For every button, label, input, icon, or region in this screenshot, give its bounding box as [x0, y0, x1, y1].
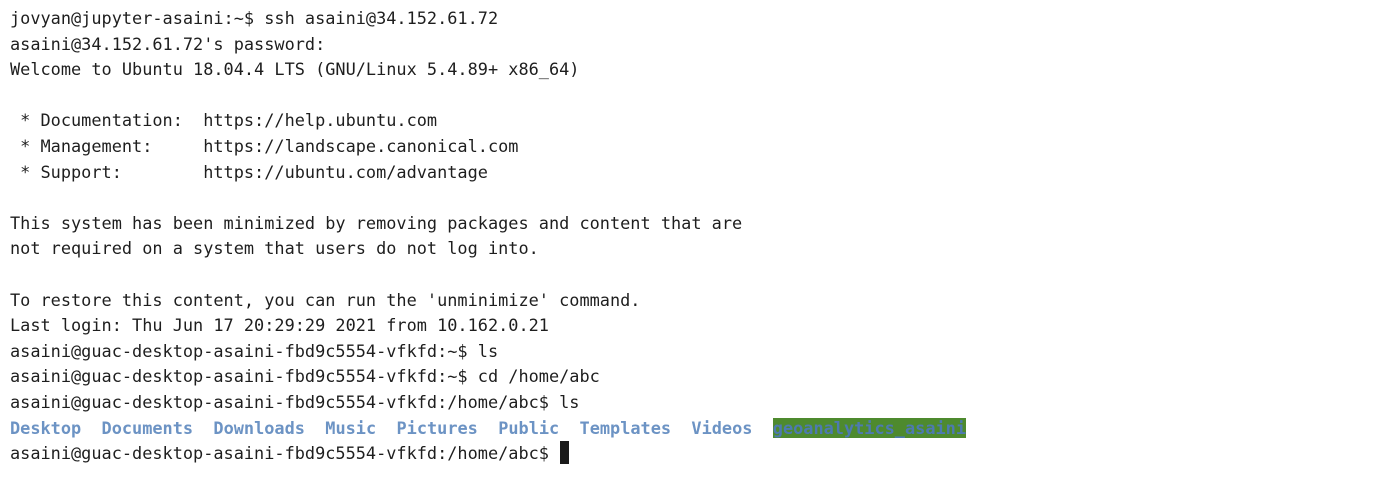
- terminal-line-support: * Support: https://ubuntu.com/advantage: [10, 161, 488, 182]
- cursor-block: [560, 441, 570, 465]
- terminal-line-cd-command: asaini@guac-desktop-asaini-fbd9c5554-vfk…: [10, 366, 600, 387]
- terminal-line-management: * Management: https://landscape.canonica…: [10, 135, 519, 156]
- current-prompt: asaini@guac-desktop-asaini-fbd9c5554-vfk…: [10, 443, 560, 464]
- terminal-line-minimized-notice: This system has been minimized by removi…: [10, 212, 743, 233]
- terminal-line-documentation: * Documentation: https://help.ubuntu.com: [10, 110, 438, 131]
- terminal-line-minimized-notice-cont: not required on a system that users do n…: [10, 238, 539, 259]
- ls-output-row: Desktop Documents Downloads Music Pictur…: [10, 416, 1390, 442]
- dir-downloads: Downloads: [213, 417, 305, 438]
- dir-geoanalytics: geoanalytics_asaini: [772, 417, 966, 438]
- dir-desktop: Desktop: [10, 417, 82, 438]
- terminal-line-ssh-command: jovyan@jupyter-asaini:~$ ssh asaini@34.1…: [10, 8, 499, 28]
- terminal-line-welcome: Welcome to Ubuntu 18.04.4 LTS (GNU/Linux…: [10, 59, 580, 80]
- terminal-window[interactable]: jovyan@jupyter-asaini:~$ ssh asaini@34.1…: [0, 0, 1390, 496]
- terminal-line-last-login: Last login: Thu Jun 17 20:29:29 2021 fro…: [10, 315, 549, 336]
- terminal-line-ls-command: asaini@guac-desktop-asaini-fbd9c5554-vfk…: [10, 340, 499, 361]
- dir-pictures: Pictures: [396, 417, 478, 438]
- dir-templates: Templates: [579, 417, 672, 438]
- dir-public: Public: [498, 417, 560, 438]
- dir-music: Music: [325, 417, 377, 438]
- terminal-line-unminimize-hint: To restore this content, you can run the…: [10, 289, 641, 310]
- terminal-line-ls-command: asaini@guac-desktop-asaini-fbd9c5554-vfk…: [10, 391, 580, 412]
- dir-documents: Documents: [101, 417, 194, 438]
- terminal-input-line[interactable]: asaini@guac-desktop-asaini-fbd9c5554-vfk…: [10, 441, 1390, 467]
- dir-videos: Videos: [691, 417, 753, 438]
- terminal-line-password-prompt: asaini@34.152.61.72's password:: [10, 33, 326, 54]
